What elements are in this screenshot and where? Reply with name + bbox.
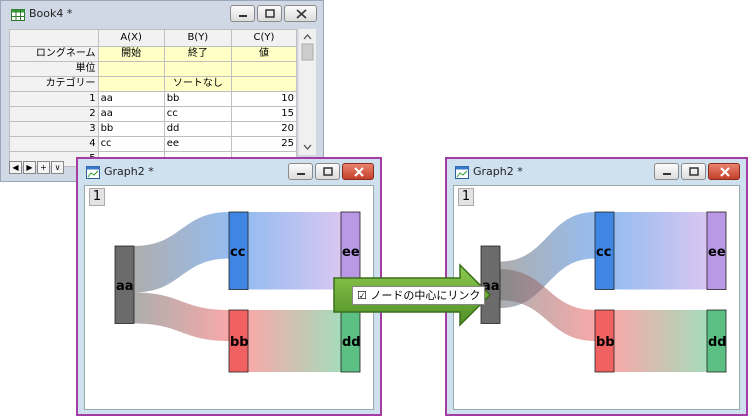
- data-cell[interactable]: ee: [163, 136, 232, 152]
- graph-title: Graph2 *: [473, 165, 523, 178]
- meta-cell[interactable]: 終了: [163, 46, 232, 62]
- data-cell[interactable]: dd: [163, 121, 232, 137]
- node-label-bb: bb: [230, 335, 249, 350]
- minimize-icon: [663, 173, 671, 175]
- close-button[interactable]: [342, 163, 374, 180]
- add-sheet-button[interactable]: +: [37, 161, 50, 174]
- node-label-ee: ee: [342, 245, 360, 260]
- minimize-button[interactable]: [230, 5, 255, 22]
- link-to-node-center-option[interactable]: ☑ ノードの中心にリンク: [352, 286, 486, 305]
- corner-cell[interactable]: [9, 29, 99, 47]
- graph-page[interactable]: 1 aa bb cc dd ee: [453, 185, 740, 410]
- meta-cell[interactable]: ソートなし: [163, 76, 232, 92]
- close-button[interactable]: [284, 5, 317, 22]
- node-label-dd: dd: [708, 335, 727, 350]
- worksheet-grid[interactable]: A(X) B(Y) C(Y) ロングネーム 開始 終了 値 単位 カテゴリー ソ…: [9, 29, 298, 167]
- maximize-icon: [689, 167, 699, 176]
- sheet-nav-bar: ◀ ▶ + ∨: [9, 161, 65, 175]
- data-cell[interactable]: aa: [97, 106, 165, 122]
- link-cc-ee[interactable]: [614, 212, 707, 290]
- graph-titlebar[interactable]: Graph2 *: [78, 159, 380, 187]
- minimize-button[interactable]: [654, 163, 679, 180]
- data-cell[interactable]: bb: [163, 91, 232, 107]
- link-bb-dd[interactable]: [614, 310, 707, 372]
- data-cell[interactable]: 15: [230, 106, 298, 122]
- meta-row-label[interactable]: ロングネーム: [9, 46, 99, 62]
- link-aa-bb[interactable]: [134, 292, 229, 342]
- column-header[interactable]: A(X): [97, 29, 165, 47]
- data-cell[interactable]: bb: [97, 121, 165, 137]
- data-cell[interactable]: cc: [163, 106, 232, 122]
- meta-cell[interactable]: [163, 61, 232, 77]
- vertical-scrollbar[interactable]: [298, 29, 316, 155]
- graph-title: Graph2 *: [104, 165, 154, 178]
- minimize-button[interactable]: [288, 163, 313, 180]
- close-button[interactable]: [708, 163, 740, 180]
- node-label-bb: bb: [596, 335, 615, 350]
- row-number[interactable]: 2: [9, 106, 99, 122]
- meta-cell[interactable]: [97, 61, 165, 77]
- book-title: Book4 *: [29, 7, 73, 20]
- maximize-icon: [265, 9, 275, 18]
- link-cc-ee[interactable]: [248, 212, 341, 290]
- book-titlebar[interactable]: Book4 *: [1, 1, 323, 29]
- book-window[interactable]: Book4 * A(X) B(Y) C(Y) ロングネーム 開始 終了 値 単位: [0, 0, 324, 182]
- maximize-icon: [323, 167, 333, 176]
- maximize-button[interactable]: [257, 5, 282, 22]
- node-label-cc: cc: [230, 245, 245, 260]
- sheet-prev-button[interactable]: ◀: [9, 161, 22, 174]
- data-cell[interactable]: cc: [97, 136, 165, 152]
- data-cell[interactable]: 20: [230, 121, 298, 137]
- row-number[interactable]: 1: [9, 91, 99, 107]
- node-label-aa: aa: [116, 279, 134, 294]
- minimize-icon: [239, 15, 247, 17]
- node-label-cc: cc: [596, 245, 611, 260]
- graph-page[interactable]: 1 aa bb cc dd ee: [84, 185, 374, 410]
- meta-cell[interactable]: [97, 76, 165, 92]
- sheet-next-button[interactable]: ▶: [23, 161, 36, 174]
- link-aa-cc[interactable]: [134, 212, 229, 293]
- option-label: ノードの中心にリンク: [370, 289, 481, 302]
- meta-cell[interactable]: [230, 76, 298, 92]
- graph-icon: [86, 166, 100, 179]
- graph-titlebar[interactable]: Graph2 *: [447, 159, 746, 187]
- scrollbar-arrows-icon: [301, 34, 314, 150]
- column-header[interactable]: B(Y): [163, 29, 232, 47]
- graph-icon: [455, 166, 469, 179]
- meta-cell[interactable]: 開始: [97, 46, 165, 62]
- meta-row-label[interactable]: カテゴリー: [9, 76, 99, 92]
- close-icon: [296, 9, 307, 19]
- column-header[interactable]: C(Y): [230, 29, 298, 47]
- node-label-dd: dd: [342, 335, 361, 350]
- worksheet-icon: [11, 9, 25, 21]
- maximize-button[interactable]: [681, 163, 706, 180]
- checkbox-checked-icon: ☑: [357, 289, 367, 302]
- meta-cell[interactable]: 値: [230, 46, 298, 62]
- minimize-icon: [297, 173, 305, 175]
- row-number[interactable]: 4: [9, 136, 99, 152]
- row-number[interactable]: 3: [9, 121, 99, 137]
- data-cell[interactable]: 25: [230, 136, 298, 152]
- link-bb-dd[interactable]: [248, 310, 341, 372]
- close-icon: [720, 167, 730, 177]
- data-cell[interactable]: 10: [230, 91, 298, 107]
- data-cell[interactable]: aa: [97, 91, 165, 107]
- maximize-button[interactable]: [315, 163, 340, 180]
- sheet-list-button[interactable]: ∨: [51, 161, 64, 174]
- close-icon: [354, 167, 364, 177]
- node-label-ee: ee: [708, 245, 726, 260]
- meta-row-label[interactable]: 単位: [9, 61, 99, 77]
- meta-cell[interactable]: [230, 61, 298, 77]
- sankey-plot-right[interactable]: aabbccddee: [454, 186, 743, 413]
